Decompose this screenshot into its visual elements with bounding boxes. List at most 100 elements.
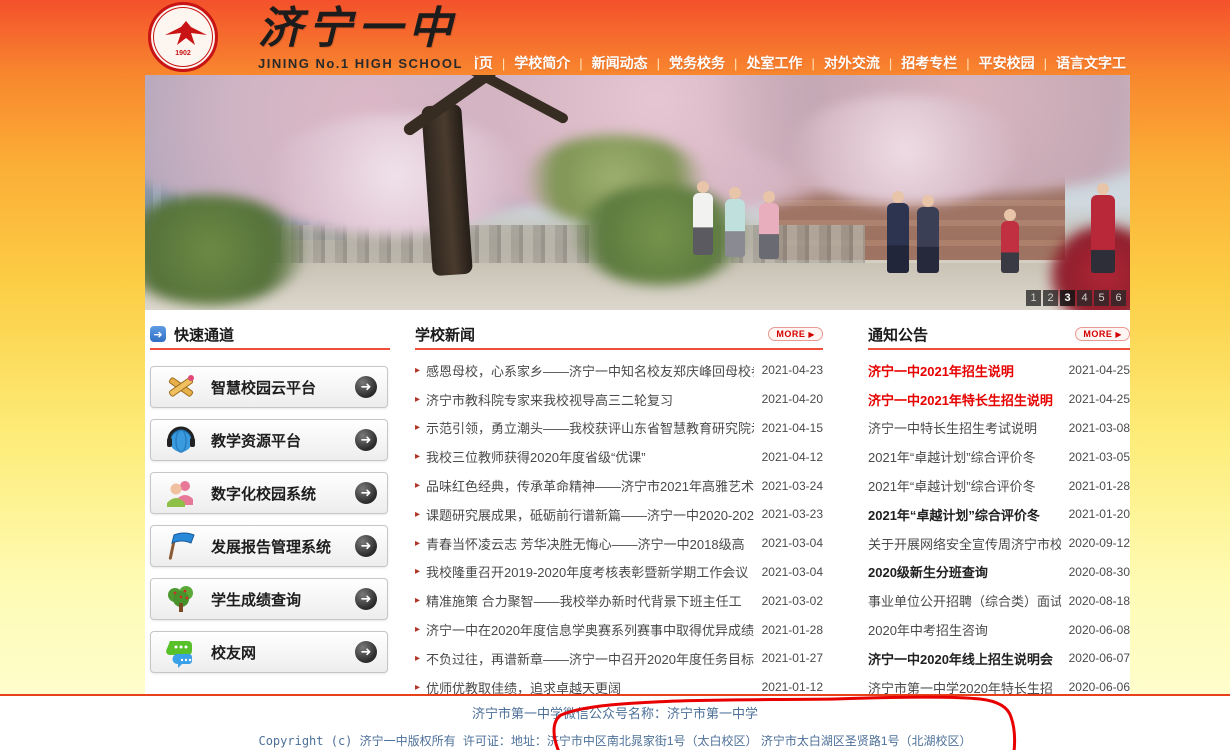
bullet-arrow-icon: ▸ — [415, 451, 420, 462]
flag-icon — [165, 530, 197, 562]
bullet-arrow-icon: ▸ — [415, 538, 420, 549]
notice-row[interactable]: 济宁一中2021年特长生招生说明2021-04-25 — [868, 385, 1130, 414]
news-row[interactable]: ▸济宁一中在2020年度信息学奥赛系列赛事中取得优异成绩2021-01-28 — [415, 615, 823, 644]
arrow-circle-icon: ➜ — [355, 429, 377, 451]
news-row[interactable]: ▸精准施策 合力聚智——我校举办新时代背景下班主任工2021-03-02 — [415, 586, 823, 615]
person-pointing — [693, 193, 713, 255]
seal-year: 1902 — [151, 50, 215, 57]
pager-2[interactable]: 2 — [1043, 290, 1058, 306]
quick-button-development-report[interactable]: 发展报告管理系统 ➜ — [150, 525, 388, 567]
pager-4[interactable]: 4 — [1077, 290, 1092, 306]
notice-row[interactable]: 关于开展网络安全宣传周济宁市校2020-09-12 — [868, 529, 1130, 558]
news-row[interactable]: ▸课题研究展成果，砥砺前行谱新篇——济宁一中2020-20212021-03-2… — [415, 500, 823, 529]
nav-item-news[interactable]: 新闻动态 — [583, 53, 657, 73]
address-text: 地址：济宁市中区南北晁家街1号（太白校区） 济宁市太白湖区圣贤路1号（北湖校区） — [511, 734, 972, 748]
nav-item-about[interactable]: 学校简介 — [505, 53, 579, 73]
banner-photo: 1 2 3 4 5 6 — [145, 75, 1130, 310]
bullet-arrow-icon: ▸ — [415, 624, 420, 635]
pencils-icon — [165, 371, 197, 403]
bullet-arrow-icon: ▸ — [415, 682, 420, 693]
bullet-arrow-icon: ▸ — [415, 653, 420, 664]
notices-more-button[interactable]: MORE ▶ — [1075, 327, 1130, 341]
headphones-globe-icon — [165, 424, 197, 456]
nav-item-safety[interactable]: 平安校园 — [970, 53, 1044, 73]
arrow-circle-icon: ➜ — [355, 482, 377, 504]
eagle-icon — [161, 19, 211, 53]
quick-button-label: 数字化校园系统 — [211, 483, 355, 504]
person-red-coat — [1091, 195, 1115, 273]
brand-block: 济宁一中 JINING No.1 HIGH SCHOOL — [258, 4, 463, 71]
quick-button-student-scores[interactable]: 学生成绩查询 ➜ — [150, 578, 388, 620]
bullet-arrow-icon: ▸ — [415, 509, 420, 520]
bullet-arrow-icon: ▸ — [415, 595, 420, 606]
quick-button-teaching-resources[interactable]: 教学资源平台 ➜ — [150, 419, 388, 461]
arrow-circle-icon: ➜ — [355, 588, 377, 610]
pager-5[interactable]: 5 — [1094, 290, 1109, 306]
news-row[interactable]: ▸示范引领，勇立潮头——我校获评山东省智慧教育研究院示2021-04-15 — [415, 414, 823, 443]
banner-pagination: 1 2 3 4 5 6 — [1026, 290, 1126, 306]
bullet-arrow-icon: ▸ — [415, 566, 420, 577]
nav-item-offices[interactable]: 处室工作 — [737, 53, 811, 73]
notice-row[interactable]: 2021年“卓越计划”综合评价冬2021-01-20 — [868, 500, 1130, 529]
nav-item-home[interactable]: 首页 — [475, 53, 502, 73]
school-name-zh: 济宁一中 — [258, 4, 463, 54]
chat-bubbles-icon — [165, 636, 197, 668]
pager-6[interactable]: 6 — [1111, 290, 1126, 306]
bullet-arrow-icon: ▸ — [415, 394, 420, 405]
main-content: ➜ 快速通道 智慧校园云平台 ➜ 教学资源平台 ➜ — [145, 310, 1130, 694]
news-row[interactable]: ▸我校隆重召开2019-2020年度考核表彰暨新学期工作会议2021-03-04 — [415, 558, 823, 587]
notice-row[interactable]: 济宁一中2020年线上招生说明会2020-06-07 — [868, 644, 1130, 673]
news-more-button[interactable]: MORE ▶ — [768, 327, 823, 341]
quick-button-label: 智慧校园云平台 — [211, 377, 355, 398]
notice-row[interactable]: 2021年“卓越计划”综合评价冬2021-01-28 — [868, 471, 1130, 500]
news-row[interactable]: ▸品味红色经典，传承革命精神——济宁市2021年高雅艺术进2021-03-24 — [415, 471, 823, 500]
quick-channel-header: ➜ 快速通道 — [150, 320, 390, 350]
bullet-arrow-icon: ▸ — [415, 480, 420, 491]
quick-button-alumni[interactable]: 校友网 ➜ — [150, 631, 388, 673]
notices-title: 通知公告 — [868, 324, 928, 345]
page-footer: 济宁市第一中学微信公众号名称：济宁市第一中学 Copyright (c) 济宁一… — [0, 694, 1230, 750]
news-row[interactable]: ▸我校三位教师获得2020年度省级“优课”2021-04-12 — [415, 442, 823, 471]
school-news-header: 学校新闻 MORE ▶ — [415, 320, 823, 350]
notice-row[interactable]: 2021年“卓越计划”综合评价冬2021-03-05 — [868, 442, 1130, 471]
person-navy-1 — [887, 203, 909, 273]
arrow-right-icon: ➜ — [150, 326, 166, 342]
notice-row[interactable]: 济宁一中2021年招生说明2021-04-25 — [868, 356, 1130, 385]
notice-row[interactable]: 2020级新生分班查询2020-08-30 — [868, 558, 1130, 587]
notices-panel: 通知公告 MORE ▶ 济宁一中2021年招生说明2021-04-25 济宁一中… — [868, 320, 1130, 702]
nav-item-language[interactable]: 语言文字工 — [1047, 53, 1135, 73]
nav-item-party[interactable]: 党务校务 — [660, 53, 734, 73]
notices-header: 通知公告 MORE ▶ — [868, 320, 1130, 350]
quick-button-label: 教学资源平台 — [211, 430, 355, 451]
arrow-circle-icon: ➜ — [355, 641, 377, 663]
nav-item-admissions[interactable]: 招考专栏 — [892, 53, 966, 73]
quick-button-smart-campus[interactable]: 智慧校园云平台 ➜ — [150, 366, 388, 408]
quick-button-digital-campus[interactable]: 数字化校园系统 ➜ — [150, 472, 388, 514]
bush-center — [575, 185, 745, 285]
person-teal — [725, 199, 745, 257]
school-name-en: JINING No.1 HIGH SCHOOL — [258, 56, 463, 71]
person-red-child — [1001, 221, 1019, 273]
news-row[interactable]: ▸青春当怀凌云志 芳华决胜无悔心——济宁一中2018级高2021-03-04 — [415, 529, 823, 558]
person-navy-2 — [917, 207, 939, 273]
nav-item-exchange[interactable]: 对外交流 — [815, 53, 889, 73]
pager-3-active[interactable]: 3 — [1060, 290, 1075, 306]
arrow-circle-icon: ➜ — [355, 376, 377, 398]
school-logo[interactable]: 1902 — [148, 2, 238, 73]
news-row[interactable]: ▸感恩母校，心系家乡——济宁一中知名校友郑庆峰回母校参2021-04-23 — [415, 356, 823, 385]
more-arrow-icon: ▶ — [1115, 330, 1122, 339]
page-header: 1902 济宁一中 JINING No.1 HIGH SCHOOL 首页| 学校… — [0, 0, 1230, 75]
news-row[interactable]: ▸济宁市教科院专家来我校视导高三二轮复习2021-04-20 — [415, 385, 823, 414]
notice-row[interactable]: 事业单位公开招聘（综合类）面试2020-08-18 — [868, 586, 1130, 615]
notice-row[interactable]: 济宁一中特长生招生考试说明2021-03-08 — [868, 414, 1130, 443]
bullet-arrow-icon: ▸ — [415, 422, 420, 433]
notice-row[interactable]: 2020年中考招生咨询2020-06-08 — [868, 615, 1130, 644]
more-arrow-icon: ▶ — [808, 330, 815, 339]
quick-button-label: 校友网 — [211, 642, 355, 663]
pager-1[interactable]: 1 — [1026, 290, 1041, 306]
school-seal-icon: 1902 — [148, 2, 218, 72]
users-icon — [165, 477, 197, 509]
news-row[interactable]: ▸不负过往，再谱新章——济宁一中召开2020年度任务目标考2021-01-27 — [415, 644, 823, 673]
copyright-line: Copyright (c) 济宁一中版权所有 许可证：地址：济宁市中区南北晁家街… — [0, 732, 1230, 749]
quick-button-label: 发展报告管理系统 — [211, 536, 355, 557]
